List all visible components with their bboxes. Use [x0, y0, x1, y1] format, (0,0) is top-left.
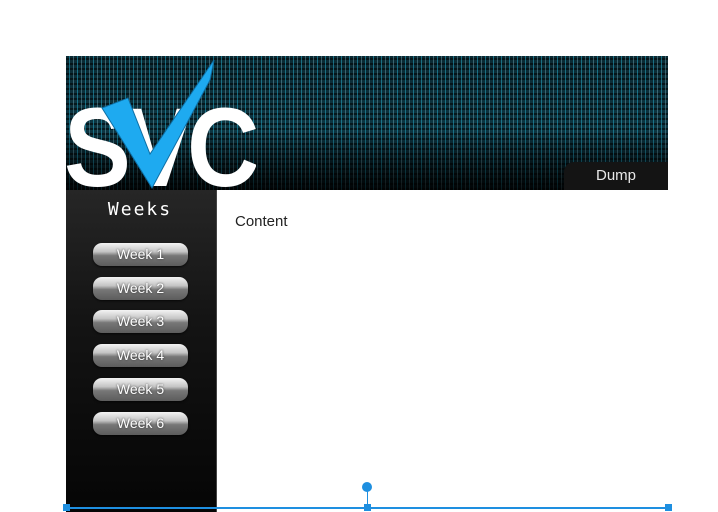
rotation-handle[interactable]	[362, 482, 372, 492]
rotation-stem	[367, 491, 368, 507]
resize-handle-left[interactable]	[63, 504, 70, 511]
sidebar-item-week-4[interactable]: Week 4	[93, 344, 188, 367]
sidebar-item-week-5[interactable]: Week 5	[93, 378, 188, 401]
tab-dump[interactable]: Dump	[564, 162, 668, 190]
page-canvas: SVC Dump Weeks Week 1 Week 2 Week 3 Week…	[66, 56, 668, 512]
header-banner: SVC Dump	[66, 56, 668, 190]
sidebar-item-week-2[interactable]: Week 2	[93, 277, 188, 300]
sidebar-item-week-6[interactable]: Week 6	[93, 412, 188, 435]
sidebar-title: Weeks	[107, 199, 173, 220]
content-heading: Content	[235, 213, 288, 230]
sidebar: Weeks Week 1 Week 2 Week 3 Week 4 Week 5…	[66, 190, 217, 512]
resize-handle-right[interactable]	[665, 504, 672, 511]
svc-logo: SVC	[66, 59, 256, 190]
sidebar-item-week-3[interactable]: Week 3	[93, 310, 188, 333]
sidebar-item-week-1[interactable]: Week 1	[93, 243, 188, 266]
